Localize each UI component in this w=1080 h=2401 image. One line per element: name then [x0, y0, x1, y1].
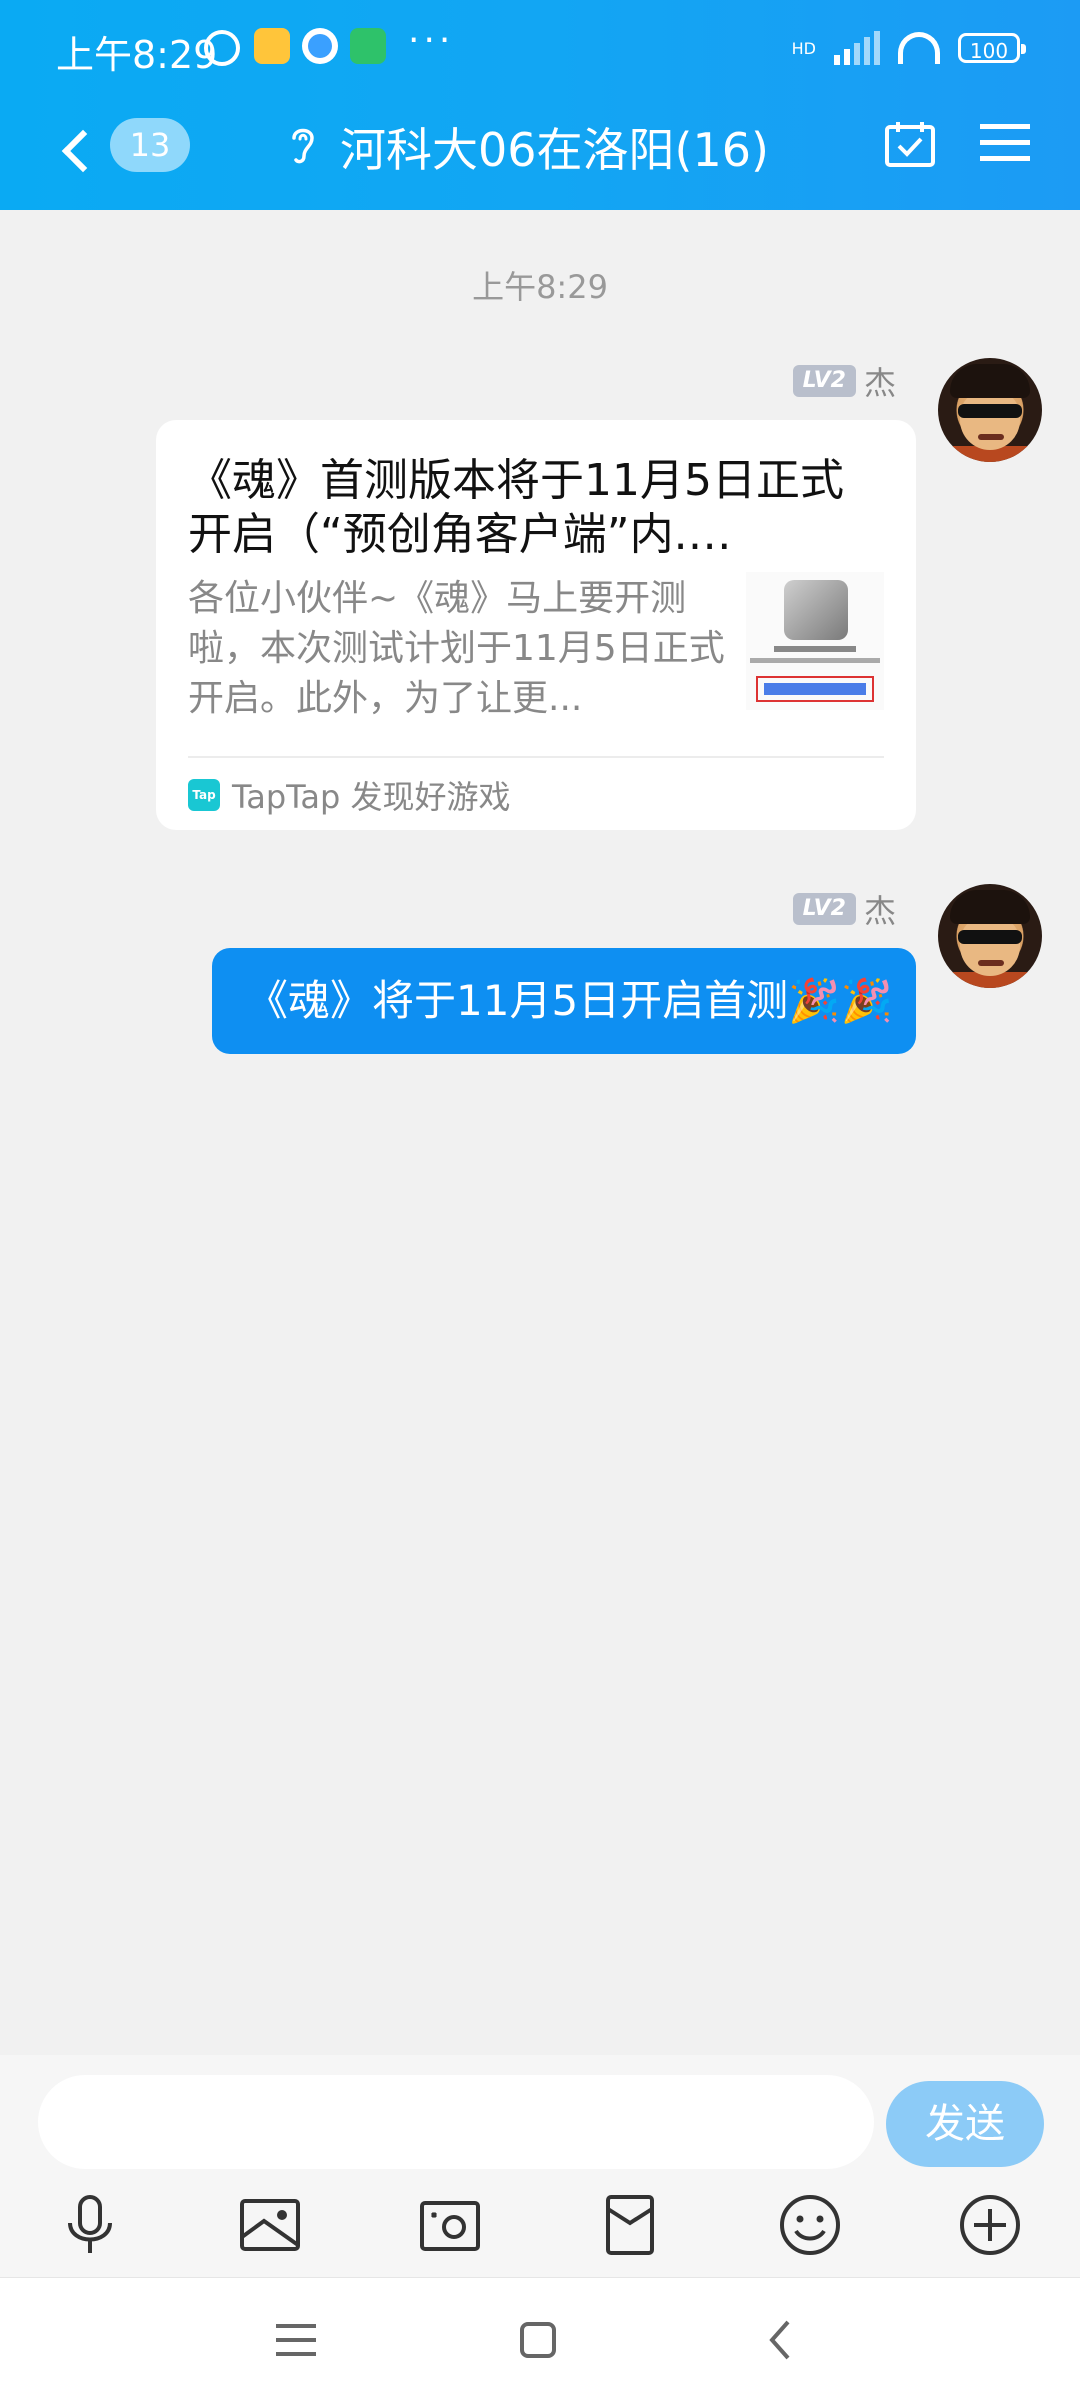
level-badge: LV2 [792, 365, 856, 397]
system-back-icon[interactable] [752, 2312, 812, 2368]
send-button[interactable]: 发送 [886, 2081, 1044, 2167]
link-card[interactable]: 《魂》首测版本将于11月5日正式开启（“预创角客户端”内.… 各位小伙伴~《魂》… [156, 420, 916, 830]
divider [188, 756, 884, 758]
sender-info: LV2 杰 [792, 886, 896, 932]
status-right: HD 100 [791, 28, 1026, 68]
wifi-icon [898, 32, 940, 64]
back-icon[interactable] [54, 122, 94, 182]
nav-bar: 13 河科大06在洛阳(16) [0, 100, 1080, 210]
sender-name[interactable]: 杰 [864, 886, 896, 932]
menu-icon[interactable] [980, 122, 1030, 164]
battery-level: 100 [969, 39, 1009, 63]
alarm-icon [204, 30, 240, 66]
network-label: HD [791, 38, 816, 58]
sender-info: LV2 杰 [792, 358, 896, 404]
header: 上午8:29 ··· HD 100 13 河科大06在洛阳(16) [0, 0, 1080, 210]
status-bar: 上午8:29 ··· HD 100 [0, 0, 1080, 100]
sender-name[interactable]: 杰 [864, 358, 896, 404]
camera-icon[interactable] [416, 2191, 484, 2259]
avatar[interactable] [938, 884, 1042, 988]
plus-icon[interactable] [956, 2191, 1024, 2259]
taptap-icon: Tap [188, 779, 220, 811]
level-badge: LV2 [792, 893, 856, 925]
calendar-check-icon[interactable] [884, 120, 936, 168]
image-icon[interactable] [236, 2191, 304, 2259]
signal-icon [834, 31, 880, 65]
card-source: Tap TapTap 发现好游戏 [188, 772, 511, 818]
source-label: TapTap 发现好游戏 [232, 778, 511, 816]
message-timestamp: 上午8:29 [472, 268, 608, 306]
emoji-icon[interactable] [776, 2191, 844, 2259]
system-nav-bar [0, 2277, 1080, 2401]
app-notification-icon [254, 28, 290, 64]
more-notifications-icon: ··· [408, 20, 455, 61]
avatar[interactable] [938, 358, 1042, 462]
wechat-icon [350, 28, 386, 64]
red-packet-icon[interactable] [596, 2191, 664, 2259]
message-input[interactable] [38, 2075, 874, 2169]
recent-apps-icon[interactable] [266, 2312, 326, 2368]
battery-icon: 100 [958, 33, 1026, 63]
input-area: 发送 [0, 2055, 1080, 2277]
card-description: 各位小伙伴~《魂》马上要开测啦，本次测试计划于11月5日正式开启。此外，为了让更… [188, 578, 725, 719]
status-time: 上午8:29 [56, 33, 218, 77]
ear-icon[interactable] [286, 122, 320, 166]
group-title[interactable]: 河科大06在洛阳(16) [340, 114, 769, 180]
app-notification-icon [302, 28, 338, 64]
text-message-bubble[interactable]: 《魂》将于11月5日开启首测🎉🎉 [212, 948, 916, 1054]
home-icon[interactable] [508, 2312, 568, 2368]
unread-badge[interactable]: 13 [110, 118, 190, 172]
microphone-icon[interactable] [56, 2191, 124, 2259]
card-title: 《魂》首测版本将于11月5日正式开启（“预创角客户端”内.… [188, 455, 844, 560]
card-thumbnail [746, 572, 884, 710]
